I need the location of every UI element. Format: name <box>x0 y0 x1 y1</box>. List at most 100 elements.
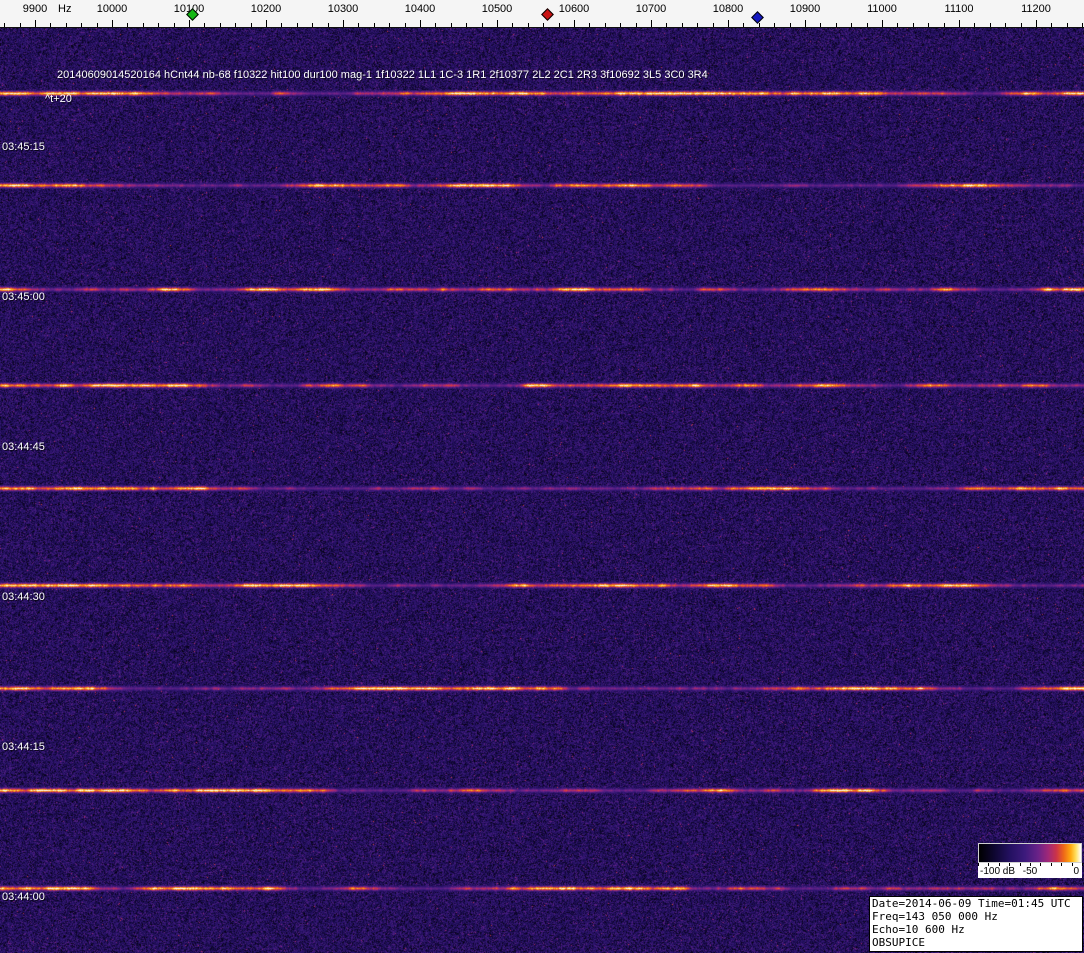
freq-tick <box>836 23 837 27</box>
freq-tick <box>1036 20 1037 27</box>
legend-tick <box>1061 863 1062 866</box>
freq-tick <box>420 20 421 27</box>
freq-tick <box>158 23 159 27</box>
legend-tick <box>1040 863 1041 866</box>
time-label: 03:44:00 <box>2 891 45 903</box>
freq-tick <box>143 23 144 27</box>
freq-tick <box>81 23 82 27</box>
spectrogram-window: 9900 10000 10100 10200 10300 10400 10500 10600 1… <box>0 0 1084 953</box>
freq-tick <box>466 23 467 27</box>
freq-tick <box>358 23 359 27</box>
freq-tick <box>820 23 821 27</box>
freq-tick <box>482 23 483 27</box>
time-label: 03:44:30 <box>2 591 45 603</box>
freq-tick <box>20 23 21 27</box>
hit-annotation: 20140609014520164 hCnt44 nb-68 f10322 hi… <box>57 69 708 81</box>
freq-tick-label: 11000 <box>867 3 897 15</box>
blue-diamond-marker[interactable] <box>751 11 764 24</box>
freq-tick <box>127 23 128 27</box>
spectrogram-canvas[interactable] <box>0 28 1084 953</box>
db-scale: -100 dB -50 0 <box>978 863 1082 878</box>
freq-tick <box>512 23 513 27</box>
freq-tick <box>743 23 744 27</box>
time-label: 03:44:15 <box>2 741 45 753</box>
freq-tick <box>1021 23 1022 27</box>
freq-tick <box>774 23 775 27</box>
freq-tick <box>374 23 375 27</box>
colormap-gradient-bar <box>978 843 1082 863</box>
legend-tick <box>1020 863 1021 866</box>
db-label-mid: -50 <box>1023 866 1037 877</box>
freq-tick-label: 10600 <box>559 3 590 15</box>
freq-tick <box>4 23 5 27</box>
info-date-line: Date=2014-06-09 Time=01:45 UTC <box>872 897 1080 910</box>
time-cursor-label: ^t+20 <box>45 93 72 105</box>
legend-tick <box>1072 863 1073 866</box>
freq-tick <box>990 23 991 27</box>
legend-tick <box>999 863 1000 866</box>
freq-tick <box>605 23 606 27</box>
freq-tick <box>451 23 452 27</box>
freq-tick <box>1067 23 1068 27</box>
freq-tick <box>913 23 914 27</box>
freq-tick <box>1051 23 1052 27</box>
freq-tick <box>805 20 806 27</box>
freq-tick-label: 10300 <box>328 3 359 15</box>
freq-tick <box>35 20 36 27</box>
db-label-min: -100 dB <box>980 866 1015 877</box>
freq-tick <box>697 23 698 27</box>
db-legend: -100 dB -50 0 <box>978 843 1082 878</box>
freq-tick <box>1082 23 1083 27</box>
time-label: 03:44:45 <box>2 441 45 453</box>
freq-tick <box>112 20 113 27</box>
freq-tick <box>589 23 590 27</box>
freq-tick <box>620 23 621 27</box>
freq-tick <box>974 23 975 27</box>
freq-tick-label: 10800 <box>713 3 744 15</box>
legend-tick <box>978 863 979 866</box>
freq-tick <box>928 23 929 27</box>
frequency-axis: 9900 10000 10100 10200 10300 10400 10500 10600 1… <box>0 0 1084 28</box>
freq-tick <box>220 23 221 27</box>
freq-tick <box>389 23 390 27</box>
freq-tick <box>574 20 575 27</box>
legend-tick <box>988 863 989 866</box>
freq-tick <box>297 23 298 27</box>
red-diamond-marker[interactable] <box>541 8 554 21</box>
freq-tick <box>235 23 236 27</box>
freq-tick <box>281 23 282 27</box>
freq-tick <box>728 20 729 27</box>
time-label: 03:45:15 <box>2 141 45 153</box>
freq-tick-label: 10900 <box>790 3 821 15</box>
freq-tick <box>759 23 760 27</box>
freq-tick <box>713 23 714 27</box>
freq-tick-label: 9900 <box>23 3 47 15</box>
freq-tick-label: 10200 <box>251 3 282 15</box>
freq-tick <box>944 23 945 27</box>
freq-tick-label: 11100 <box>945 3 974 15</box>
freq-tick <box>189 20 190 27</box>
freq-tick <box>328 23 329 27</box>
freq-tick <box>528 23 529 27</box>
freq-tick <box>959 20 960 27</box>
observation-info-box: Date=2014-06-09 Time=01:45 UTC Freq=143 … <box>869 896 1083 952</box>
freq-tick <box>666 23 667 27</box>
freq-tick <box>1005 23 1006 27</box>
freq-tick-label: 10500 <box>482 3 513 15</box>
info-station-line: OBSUPICE <box>872 936 1080 949</box>
freq-axis-unit: Hz <box>58 3 71 15</box>
freq-tick-label: 11200 <box>1021 3 1051 15</box>
freq-tick-label: 10400 <box>405 3 436 15</box>
freq-tick <box>435 23 436 27</box>
freq-tick <box>204 23 205 27</box>
freq-tick <box>636 23 637 27</box>
freq-tick <box>405 23 406 27</box>
freq-tick <box>174 23 175 27</box>
freq-tick <box>266 20 267 27</box>
freq-tick <box>251 23 252 27</box>
freq-tick <box>651 20 652 27</box>
freq-tick <box>790 23 791 27</box>
freq-tick <box>882 20 883 27</box>
freq-tick <box>97 23 98 27</box>
freq-tick <box>559 23 560 27</box>
